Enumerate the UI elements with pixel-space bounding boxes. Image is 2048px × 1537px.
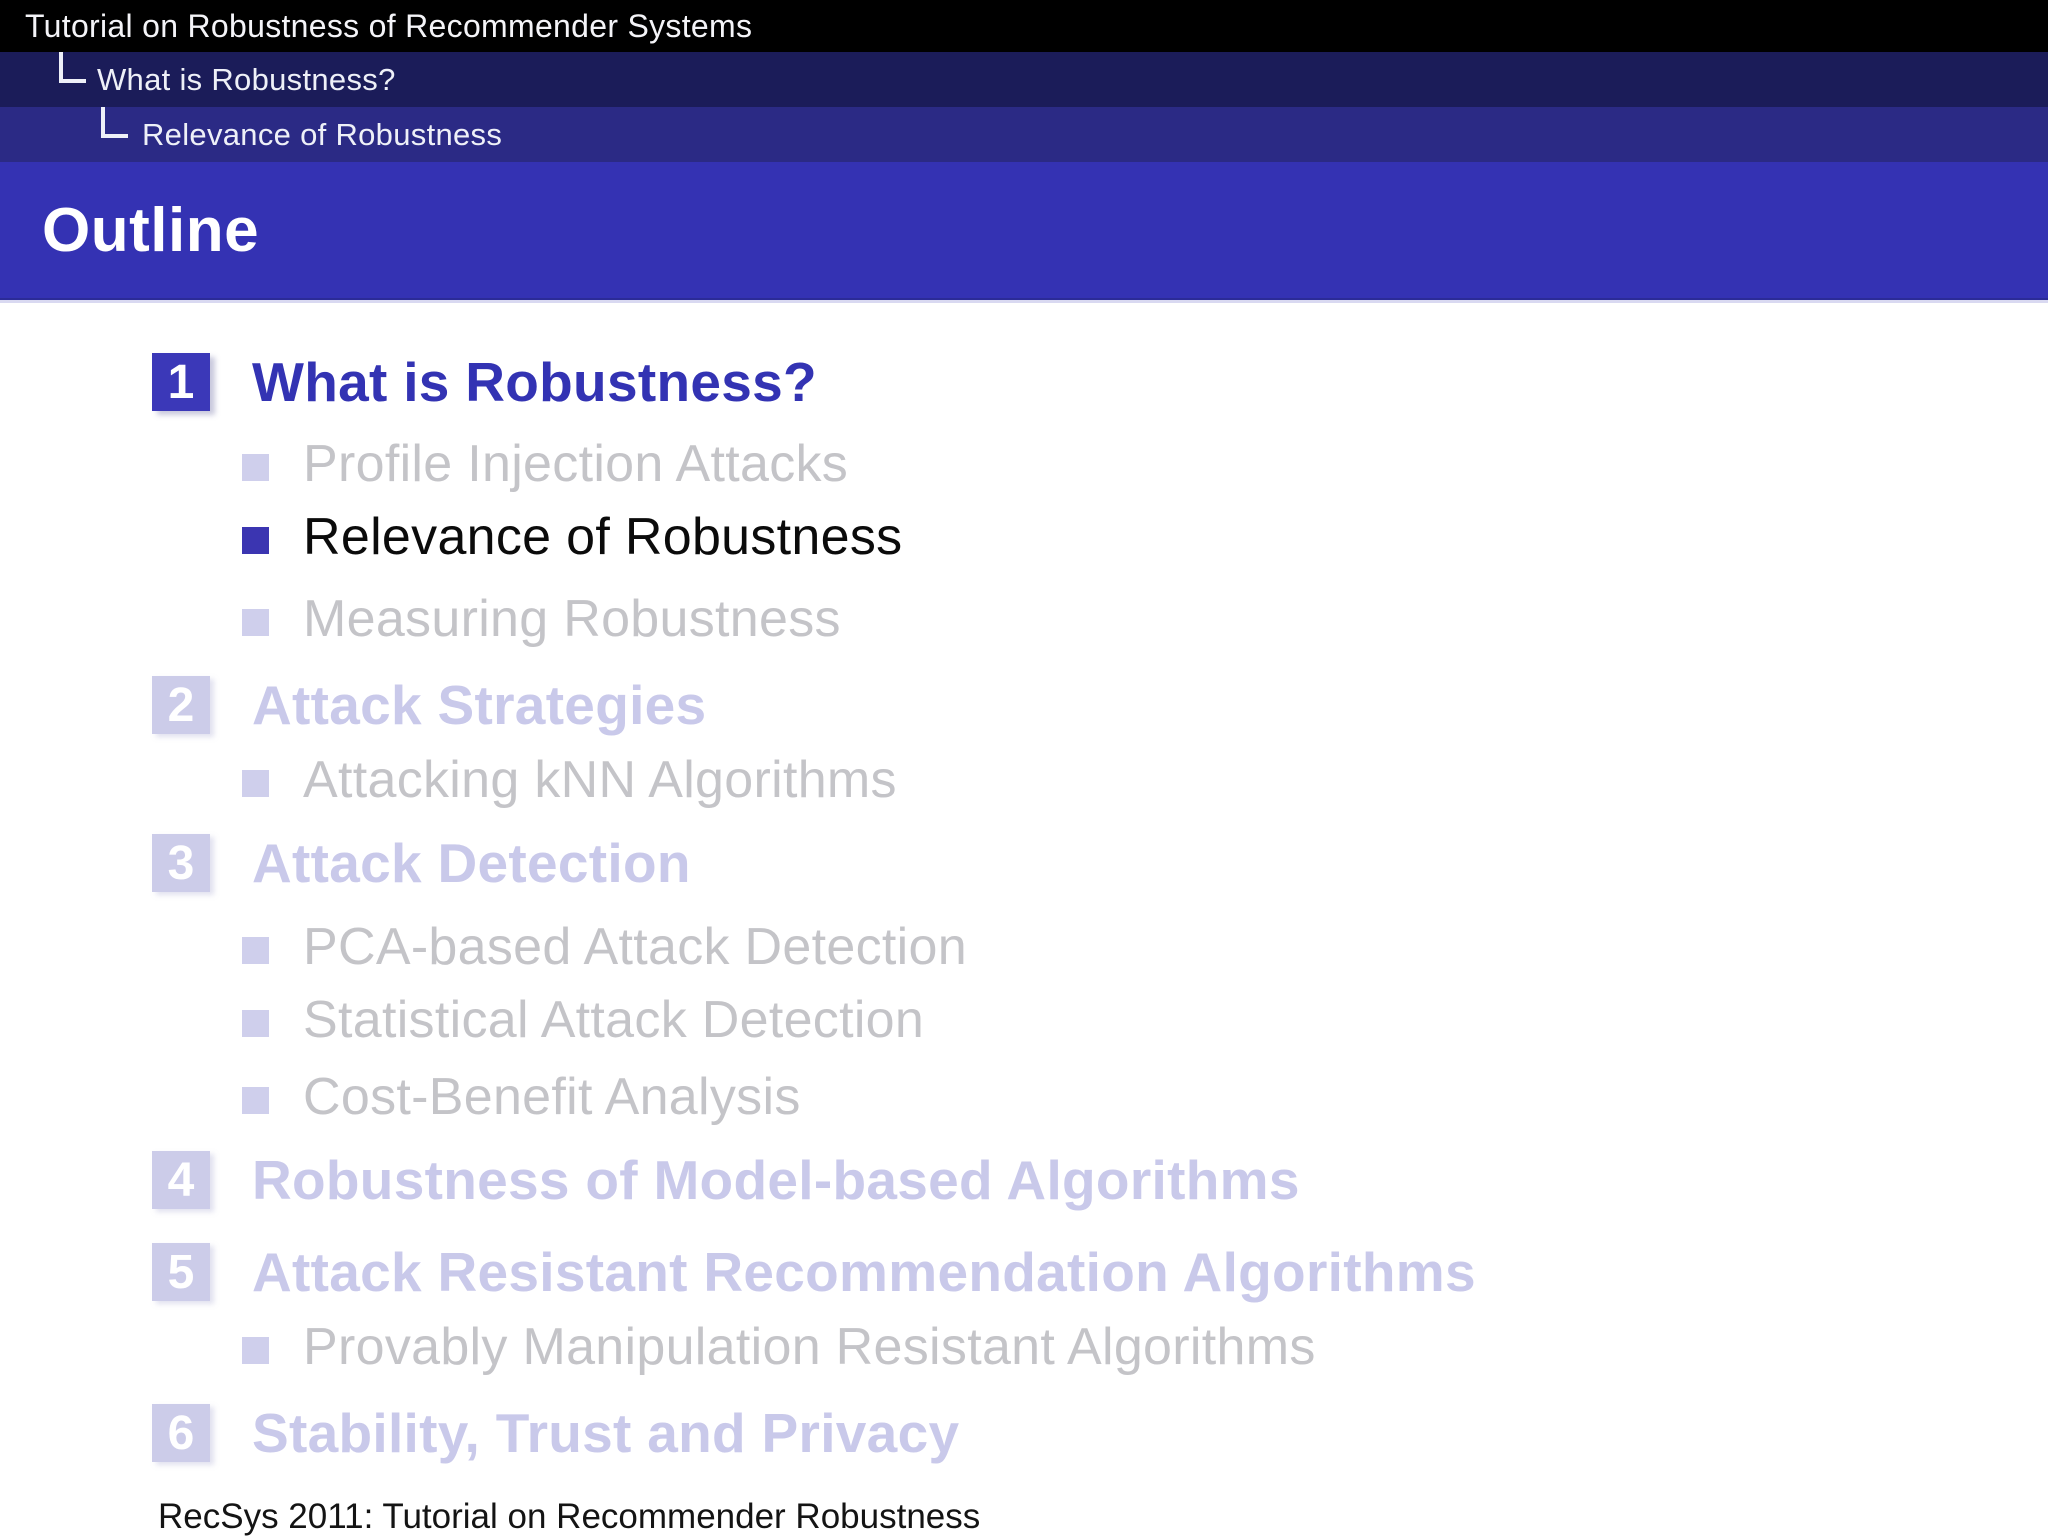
bullet-icon xyxy=(242,609,269,636)
tree-elbow-icon xyxy=(101,107,128,138)
frametitle-bar: Outline xyxy=(0,162,2048,300)
section-label: Attack Resistant Recommendation Algorith… xyxy=(252,1241,1476,1303)
section-label: Stability, Trust and Privacy xyxy=(252,1402,960,1464)
outline-subsection[interactable]: Attacking kNN Algorithms xyxy=(0,751,2048,809)
outline-subsection[interactable]: PCA-based Attack Detection xyxy=(0,918,2048,976)
outline-list: 1 What is Robustness? Profile Injection At… xyxy=(0,303,2048,1536)
bullet-icon xyxy=(242,937,269,964)
section-number-badge: 5 xyxy=(152,1243,210,1301)
nav-subsection-label[interactable]: Relevance of Robustness xyxy=(0,117,502,153)
subsection-label: PCA-based Attack Detection xyxy=(303,918,967,976)
page-title: Outline xyxy=(42,195,260,265)
outline-section-2[interactable]: 2 Attack Strategies xyxy=(0,673,2048,737)
outline-subsection[interactable]: Profile Injection Attacks xyxy=(0,435,2048,493)
footer-text: RecSys 2011: Tutorial on Recommender Rob… xyxy=(158,1497,981,1536)
outline-subsection[interactable]: Relevance of Robustness xyxy=(0,508,2048,566)
section-number-badge: 6 xyxy=(152,1404,210,1462)
subsection-label: Relevance of Robustness xyxy=(303,508,903,566)
bullet-icon xyxy=(242,527,269,554)
outline-section-5[interactable]: 5 Attack Resistant Recommendation Algorit… xyxy=(0,1240,2048,1304)
section-label: Attack Strategies xyxy=(252,674,707,736)
subsection-label: Measuring Robustness xyxy=(303,590,841,648)
subsection-label: Profile Injection Attacks xyxy=(303,435,849,493)
outline-subsection[interactable]: Provably Manipulation Resistant Algorith… xyxy=(0,1318,2048,1376)
bullet-icon xyxy=(242,454,269,481)
outline-subsection[interactable]: Cost-Benefit Analysis xyxy=(0,1068,2048,1126)
subsection-label: Cost-Benefit Analysis xyxy=(303,1068,801,1126)
slide: { "nav": { "title_bar": "Tutorial on Rob… xyxy=(0,0,2048,1536)
section-label: Attack Detection xyxy=(252,832,691,894)
outline-section-3[interactable]: 3 Attack Detection xyxy=(0,831,2048,895)
section-label: Robustness of Model-based Algorithms xyxy=(252,1149,1300,1211)
section-number-badge: 2 xyxy=(152,676,210,734)
bullet-icon xyxy=(242,1087,269,1114)
bullet-icon xyxy=(242,1010,269,1037)
nav-title-label: Tutorial on Robustness of Recommender Sy… xyxy=(25,7,753,44)
outline-subsection[interactable]: Statistical Attack Detection xyxy=(0,991,2048,1049)
subsection-label: Attacking kNN Algorithms xyxy=(303,751,897,809)
outline-section-4[interactable]: 4 Robustness of Model-based Algorithms xyxy=(0,1148,2048,1212)
nav-section-bar: What is Robustness? xyxy=(0,52,2048,107)
nav-title-bar: Tutorial on Robustness of Recommender Sy… xyxy=(0,0,2048,52)
bullet-icon xyxy=(242,1337,269,1364)
outline-section-1[interactable]: 1 What is Robustness? xyxy=(0,350,2048,414)
section-label: What is Robustness? xyxy=(252,351,817,413)
subsection-label: Provably Manipulation Resistant Algorith… xyxy=(303,1318,1316,1376)
nav-subsection-bar: Relevance of Robustness xyxy=(0,107,2048,162)
section-number-badge: 3 xyxy=(152,834,210,892)
subsection-label: Statistical Attack Detection xyxy=(303,991,925,1049)
tree-elbow-icon xyxy=(59,52,86,83)
section-number-badge: 1 xyxy=(152,353,210,411)
section-number-badge: 4 xyxy=(152,1151,210,1209)
bullet-icon xyxy=(242,770,269,797)
outline-section-6[interactable]: 6 Stability, Trust and Privacy xyxy=(0,1401,2048,1465)
outline-subsection[interactable]: Measuring Robustness xyxy=(0,590,2048,648)
